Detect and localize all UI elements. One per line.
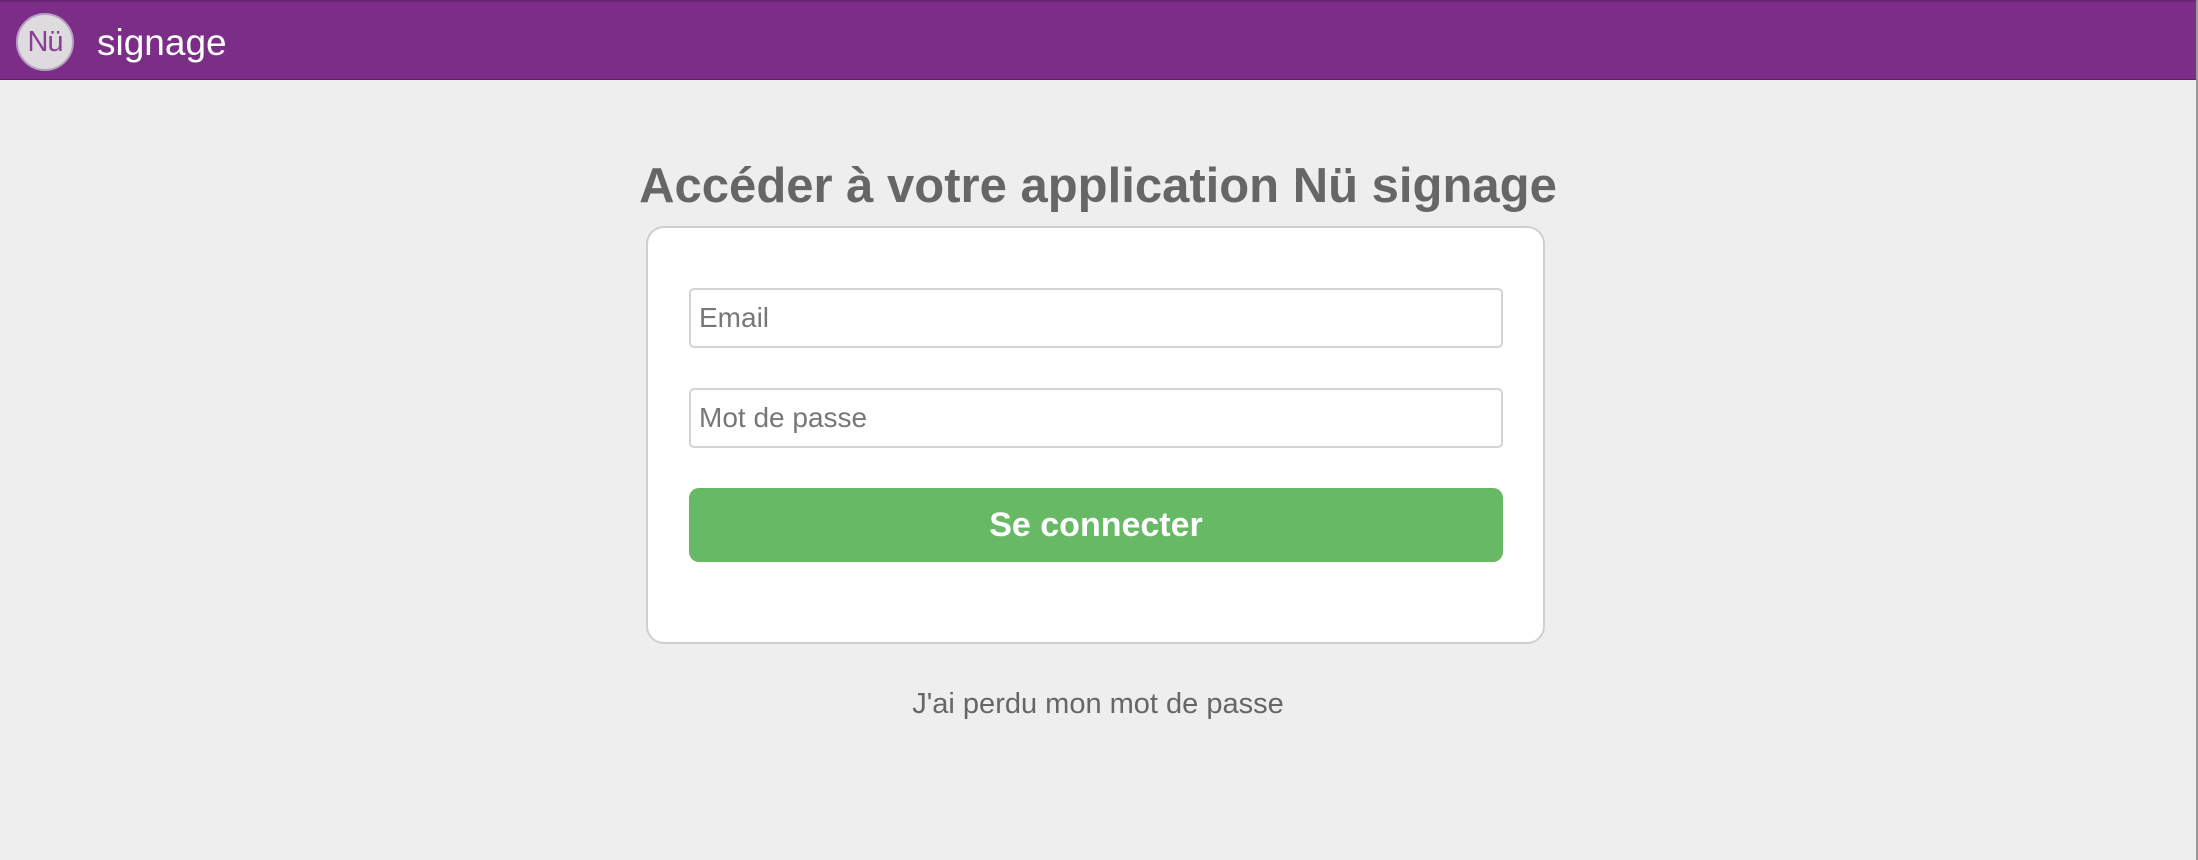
brand-name: signage bbox=[97, 22, 227, 63]
forgot-password-link[interactable]: J'ai perdu mon mot de passe bbox=[0, 686, 2196, 722]
login-card: Se connecter bbox=[646, 226, 1545, 644]
login-button[interactable]: Se connecter bbox=[689, 488, 1503, 562]
password-field[interactable] bbox=[689, 388, 1503, 448]
logo-text: Nü bbox=[27, 25, 63, 58]
top-app-bar: Nü signage bbox=[0, 0, 2196, 80]
email-field[interactable] bbox=[689, 288, 1503, 348]
login-page: Nü signage Accéder à votre application N… bbox=[0, 0, 2198, 860]
nu-logo-icon: Nü bbox=[16, 13, 74, 71]
page-title: Accéder à votre application Nü signage bbox=[639, 158, 1557, 213]
